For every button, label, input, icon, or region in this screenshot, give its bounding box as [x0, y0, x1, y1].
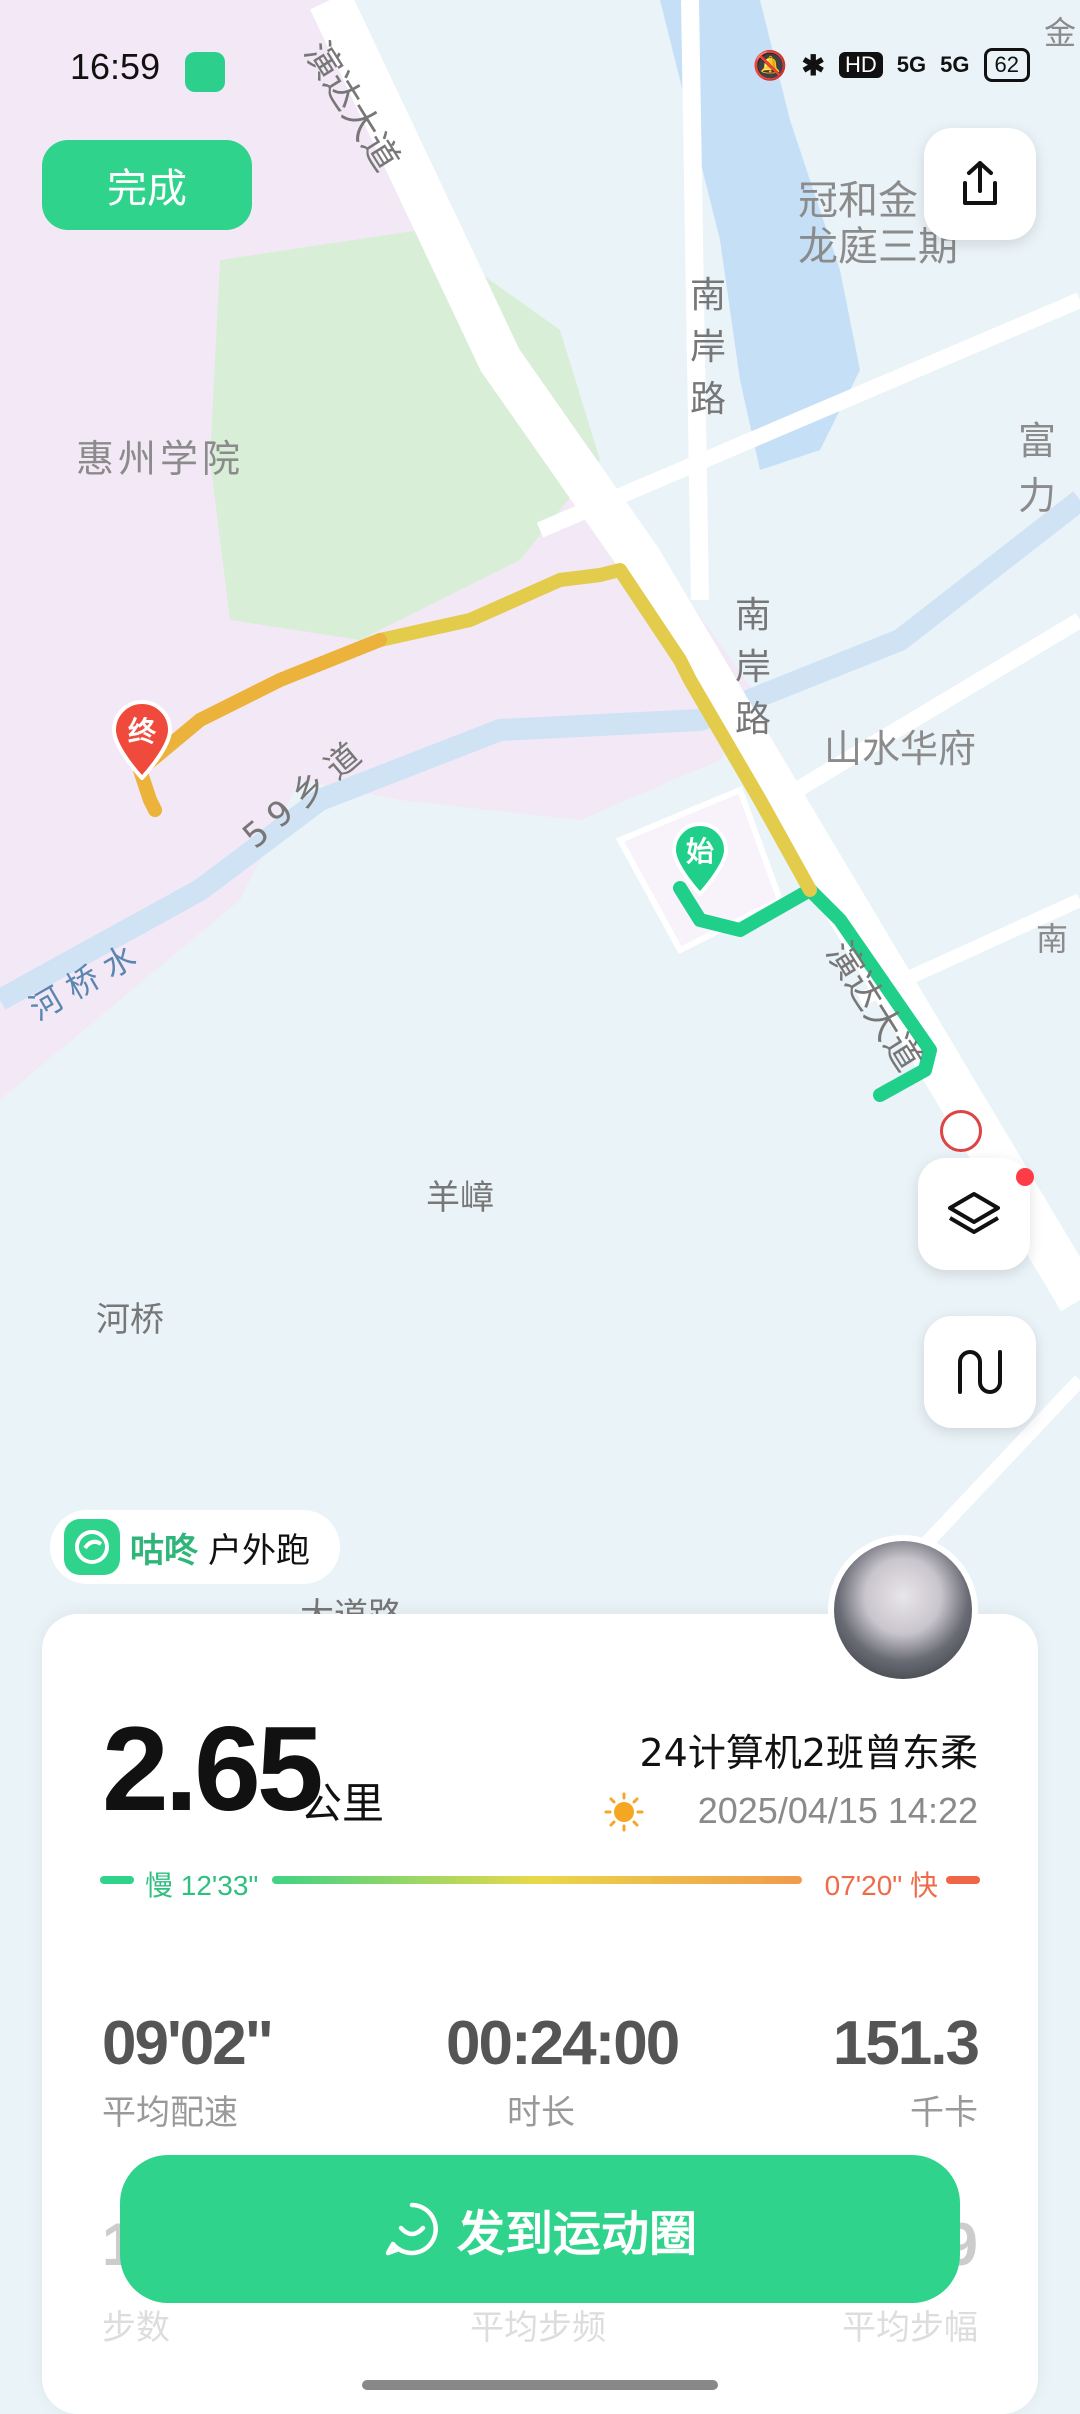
codoon-logo-icon: [64, 1519, 120, 1575]
route-wave-icon: [958, 1350, 1002, 1394]
app-notification-icon: [185, 52, 225, 92]
status-icons: 🔕 ✱ HD 5G 5G 62: [753, 48, 1030, 82]
map-label-heqiao: 河桥: [96, 1300, 164, 1340]
brand-name: 咕咚: [130, 1530, 198, 1571]
map-label-south-bank-1: 南岸路: [690, 275, 727, 420]
map-label-yangzhang: 羊嶂: [426, 1178, 494, 1218]
map-label-fu: 富力: [1018, 419, 1057, 518]
stat-avg-pace-label: 平均配速: [102, 2093, 238, 2133]
map-label-school: 惠州学院: [76, 437, 245, 481]
pace-slow-label: 慢 12'33": [145, 1870, 259, 1901]
layers-icon: [948, 1192, 1000, 1234]
map-label-nan: 南: [1036, 920, 1069, 958]
signal-5g-icon-2: 5G: [940, 52, 970, 77]
mute-icon: 🔕: [752, 49, 788, 81]
stat-calories-label: 千卡: [910, 2093, 978, 2133]
distance-unit: 公里: [300, 1779, 385, 1828]
post-to-feed-label: 发到运动圈: [456, 2206, 697, 2262]
brand-chip: 咕咚 户外跑: [50, 1510, 340, 1584]
bluetooth-icon: ✱: [801, 49, 826, 81]
weather-sun-icon: [604, 1792, 644, 1832]
stat-avg-pace-value: 09'02": [102, 2009, 274, 2078]
distance-value: 2.65: [102, 1702, 324, 1836]
route-replay-button[interactable]: [924, 1316, 1036, 1428]
user-name: 24计算机2班曾东柔: [639, 1731, 978, 1775]
stat-cadence-label: 平均步频: [470, 2308, 606, 2348]
status-bar: 16:59 🔕 ✱ HD 5G 5G 62: [0, 0, 1080, 140]
poi-icon: [940, 1110, 982, 1152]
battery-icon: 62: [983, 48, 1030, 82]
map-label-south-bank-2: 南岸路: [735, 595, 772, 740]
signal-5g-icon-1: 5G: [896, 52, 927, 77]
hd-icon: HD: [839, 52, 883, 78]
map-label-shanshui: 山水华府: [824, 727, 977, 771]
status-time: 16:59: [70, 46, 161, 87]
stat-duration: 00:24:00 时长: [446, 2008, 680, 2134]
stat-avg-pace: 09'02" 平均配速: [102, 2008, 274, 2134]
done-button[interactable]: 完成: [42, 140, 252, 230]
stat-duration-value: 00:24:00: [446, 2009, 680, 2078]
layers-badge-dot: [1016, 1168, 1034, 1186]
stat-duration-label: 时长: [507, 2093, 575, 2133]
post-to-feed-button[interactable]: 发到运动圈: [120, 2155, 960, 2303]
chat-smile-icon: [385, 2202, 438, 2256]
start-marker[interactable]: 始: [670, 822, 730, 896]
layers-button[interactable]: [918, 1158, 1030, 1270]
stat-stride-label: 平均步幅: [842, 2308, 978, 2348]
home-indicator[interactable]: [362, 2380, 718, 2390]
pace-fast-label: 07'20" 快: [824, 1870, 938, 1901]
brand-activity: 户外跑: [208, 1530, 310, 1571]
avatar[interactable]: [828, 1535, 978, 1685]
stat-calories: 151.3 千卡: [832, 2008, 980, 2134]
share-button[interactable]: [924, 128, 1036, 240]
stat-calories-value: 151.3: [832, 2009, 980, 2078]
workout-datetime: 2025/04/15 14:22: [697, 1790, 978, 1831]
share-icon: [963, 161, 997, 205]
stat-steps-label: 步数: [102, 2308, 170, 2348]
end-marker[interactable]: 终: [110, 700, 174, 780]
